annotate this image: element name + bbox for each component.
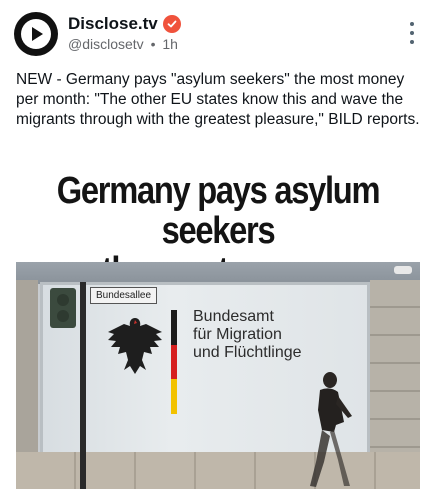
more-options-icon[interactable]: [408, 22, 416, 44]
verified-badge-icon: [162, 15, 181, 33]
author-name[interactable]: Disclose.tv: [68, 14, 158, 34]
agency-line-3: und Flüchtlinge: [193, 344, 302, 361]
agency-sign: Bundesamt für Migration und Flüchtlinge: [193, 308, 302, 362]
article-photo[interactable]: Bundesallee Bundesamt für Migration und …: [16, 262, 420, 489]
author-handle[interactable]: @disclosetv: [68, 36, 144, 52]
post-header: Disclose.tv @disclosetv • 1h: [14, 12, 422, 58]
play-logo-icon: [21, 19, 51, 49]
agency-line-1: Bundesamt: [193, 308, 274, 325]
agency-line-2: für Migration: [193, 326, 282, 343]
federal-eagle-icon: [108, 318, 162, 374]
german-flag-stripe: [171, 310, 177, 415]
traffic-light-icon: [50, 288, 76, 328]
street-pole: [80, 282, 86, 489]
headline-line-1: Germany pays asylum seekers: [56, 170, 381, 252]
avatar[interactable]: [14, 12, 58, 56]
street-sign: Bundesallee: [90, 287, 158, 304]
walking-person-figure: [310, 372, 352, 487]
author-meta: @disclosetv • 1h: [68, 36, 178, 52]
author-row: Disclose.tv: [68, 14, 181, 34]
building-roof: [16, 262, 420, 284]
post-text: NEW - Germany pays "asylum seekers" the …: [16, 71, 420, 128]
stone-base: [16, 452, 420, 489]
meta-separator: •: [150, 36, 156, 52]
post-time[interactable]: 1h: [162, 36, 178, 52]
security-camera-icon: [394, 266, 412, 274]
